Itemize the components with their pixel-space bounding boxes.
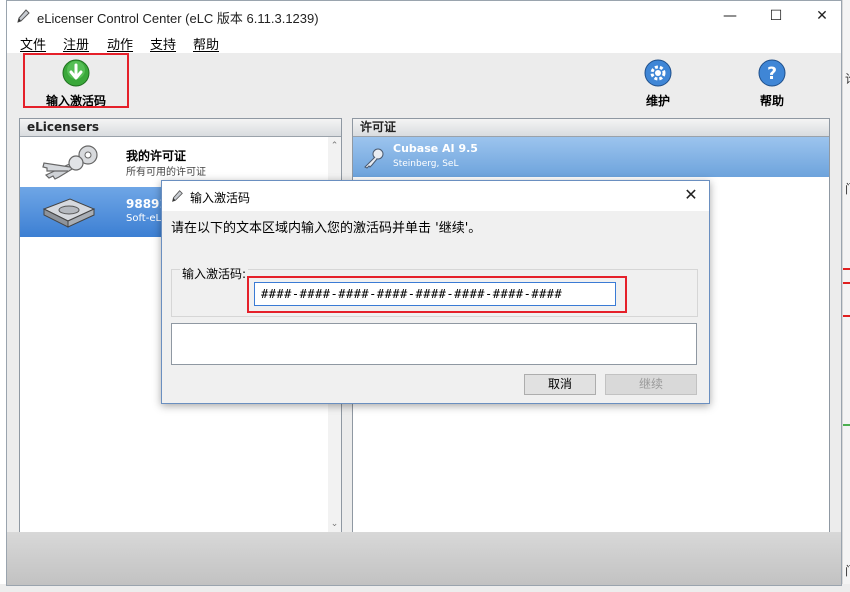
dialog-instruction: 请在以下的文本区域内输入您的激活码并单击 '继续'。	[171, 221, 482, 236]
menu-support[interactable]: 支持	[150, 34, 176, 53]
menu-action[interactable]: 动作	[107, 34, 133, 53]
status-bar	[7, 532, 841, 585]
help-label: 帮助	[759, 94, 784, 108]
maximize-button[interactable]: ☐	[753, 1, 799, 31]
title-bar: eLicenser Control Center (eLC 版本 6.11.3.…	[7, 1, 841, 31]
code-input-highlight-box	[247, 276, 627, 313]
enter-activation-code-dialog: 输入激活码 ✕ 请在以下的文本区域内输入您的激活码并单击 '继续'。 输入激活码…	[161, 180, 710, 404]
toolbar: 输入激活码 维护 ? 帮助	[7, 53, 841, 109]
elicensers-header: eLicensers	[20, 119, 341, 137]
dialog-close-button[interactable]: ✕	[681, 185, 701, 205]
menu-help[interactable]: 帮助	[193, 34, 219, 53]
gear-icon	[644, 59, 672, 87]
help-tool-button[interactable]: ? 帮助	[751, 59, 793, 109]
list-item-subtitle: 所有可用的许可证	[126, 167, 206, 178]
menu-file[interactable]: 文件	[20, 34, 46, 53]
background-red-line	[843, 282, 850, 284]
window-title: eLicenser Control Center (eLC 版本 6.11.3.…	[37, 11, 319, 26]
license-title: Cubase AI 9.5	[393, 142, 478, 155]
background-text-fragment: 门	[845, 180, 850, 197]
dialog-message-area	[171, 323, 697, 365]
wrench-key-icon	[364, 148, 384, 169]
minimize-button[interactable]: —	[707, 1, 753, 31]
cancel-button[interactable]: 取消	[524, 374, 596, 395]
background-red-line	[843, 315, 850, 317]
continue-button[interactable]: 继续	[605, 374, 697, 395]
question-icon: ?	[758, 59, 786, 87]
dialog-title-bar: 输入激活码 ✕	[162, 181, 709, 211]
list-item-title: 我的许可证	[126, 149, 187, 163]
licenses-header: 许可证	[353, 119, 829, 137]
background-text-fragment: 论	[845, 70, 850, 87]
enter-code-highlight-box	[23, 53, 129, 108]
activation-code-label: 输入激活码:	[180, 265, 249, 282]
hard-drive-icon	[42, 198, 96, 228]
scroll-up-arrow-icon[interactable]: ⌃	[328, 139, 341, 153]
maintain-label: 维护	[645, 94, 670, 108]
background-page-edge: 论 门 门	[842, 0, 850, 592]
pen-icon	[17, 9, 30, 23]
background-red-line	[843, 268, 850, 270]
background-green-line	[843, 424, 850, 426]
svg-text:?: ?	[767, 64, 777, 84]
license-vendor: Steinberg, SeL	[393, 159, 459, 169]
license-row-cubase[interactable]: Cubase AI 9.5 Steinberg, SeL	[353, 137, 829, 177]
close-button[interactable]: ✕	[799, 1, 841, 31]
menu-bar: 文件 注册 动作 支持 帮助	[7, 31, 841, 53]
background-text-fragment: 门	[845, 562, 850, 579]
scroll-down-arrow-icon[interactable]: ⌄	[328, 517, 341, 531]
dialog-title: 输入激活码	[190, 191, 251, 205]
pen-icon	[172, 190, 183, 202]
maintain-tool-button[interactable]: 维护	[637, 59, 679, 109]
keys-icon	[42, 145, 98, 180]
menu-register[interactable]: 注册	[63, 34, 89, 53]
